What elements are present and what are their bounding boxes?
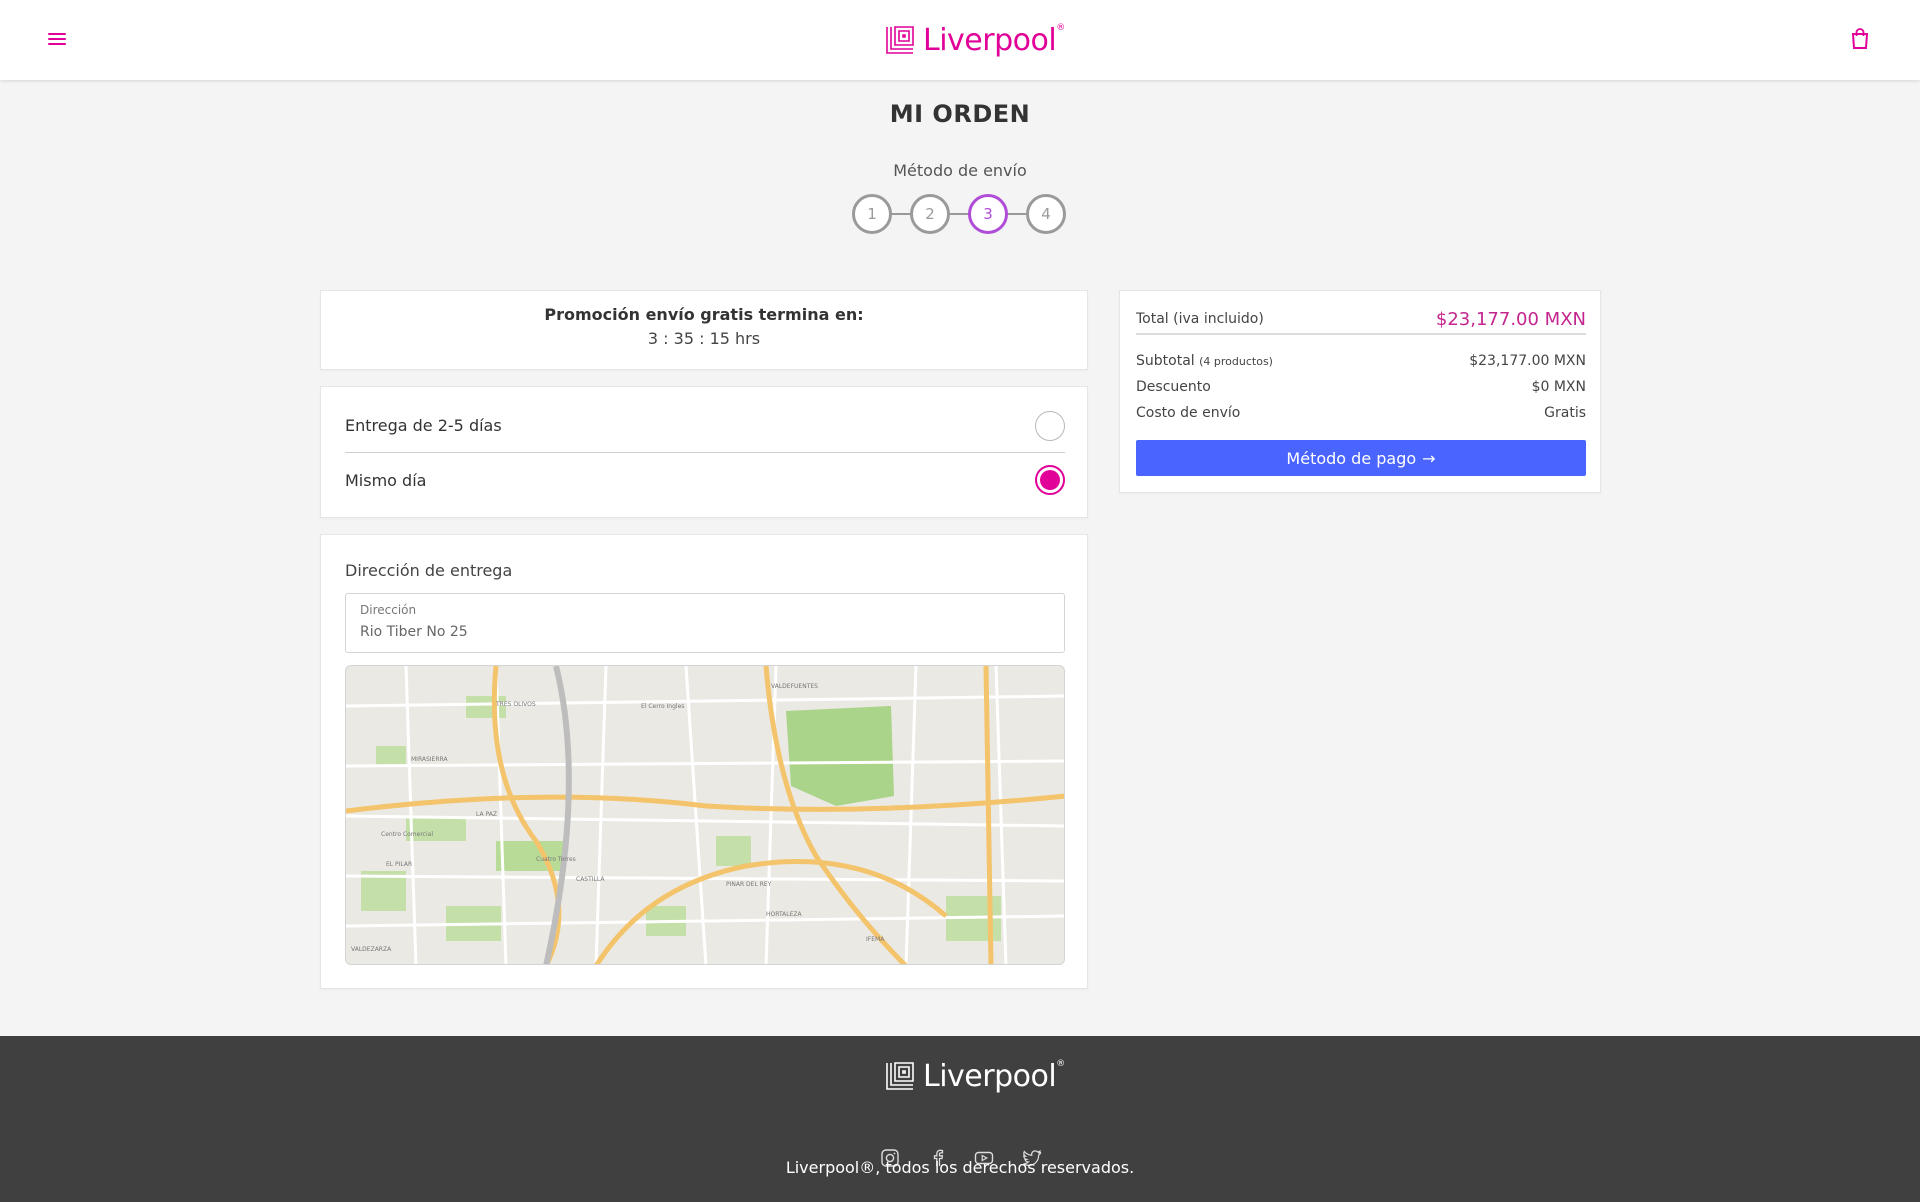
address-field-value[interactable]: Rio Tiber No 25 xyxy=(360,624,468,640)
total-label: Total (iva incluido) xyxy=(1136,311,1264,327)
footer-liverpool-logo[interactable]: Liverpool® xyxy=(885,1058,1065,1094)
svg-text:HORTALEZA: HORTALEZA xyxy=(766,911,803,918)
hamburger-menu-icon[interactable] xyxy=(48,30,70,50)
svg-text:Centro Comercial: Centro Comercial xyxy=(381,831,433,838)
subtotal-product-count: (4 productos) xyxy=(1199,355,1273,368)
address-title: Dirección de entrega xyxy=(345,561,513,580)
svg-text:VALDEFUENTES: VALDEFUENTES xyxy=(771,683,818,690)
delivery-option-label: Entrega de 2-5 días xyxy=(345,416,502,435)
step-3[interactable]: 3 xyxy=(968,194,1008,234)
free-shipping-promo-card: Promoción envío gratis termina en: 3 : 3… xyxy=(320,290,1088,370)
svg-text:MIRASIERRA: MIRASIERRA xyxy=(411,756,448,763)
subtotal-row: Subtotal (4 productos) $23,177.00 MXN xyxy=(1136,353,1586,369)
summary-total-row: Total (iva incluido) $23,177.00 MXN xyxy=(1136,305,1586,335)
payment-method-button[interactable]: Método de pago → xyxy=(1136,440,1586,476)
checkout-stepper: 1 2 3 4 xyxy=(852,194,1068,234)
top-header: Liverpool® xyxy=(0,0,1920,80)
delivery-address-card: Dirección de entrega Dirección Rio Tiber… xyxy=(320,534,1088,989)
payment-method-button-label: Método de pago xyxy=(1286,448,1417,468)
svg-text:TRES OLIVOS: TRES OLIVOS xyxy=(495,701,536,708)
step-connector xyxy=(1006,213,1028,215)
step-4[interactable]: 4 xyxy=(1026,194,1066,234)
svg-text:IFEMA: IFEMA xyxy=(866,936,885,943)
shopping-bag-icon[interactable] xyxy=(1850,28,1870,50)
copyright-text: Liverpool®, todos los derechos reservado… xyxy=(785,1158,1135,1177)
delivery-option-label: Mismo día xyxy=(345,470,427,490)
delivery-map[interactable]: TRES OLIVOS VALDEFUENTES El Cerro Ingles… xyxy=(345,665,1065,965)
delivery-same-day-radio[interactable] xyxy=(1035,465,1065,495)
svg-text:VALDEZARZA: VALDEZARZA xyxy=(351,946,392,953)
promo-countdown: 3 : 35 : 15 hrs xyxy=(647,329,761,348)
logo-wordmark: Liverpool® xyxy=(923,1058,1065,1094)
discount-value: $0 MXN xyxy=(1531,379,1586,395)
step-connector xyxy=(890,213,912,215)
subtotal-value: $23,177.00 MXN xyxy=(1469,353,1586,369)
delivery-options-card: Entrega de 2-5 días Mismo día xyxy=(320,386,1088,518)
logo-mark-icon xyxy=(886,1062,914,1090)
arrow-right-icon: → xyxy=(1422,448,1436,468)
svg-text:EL PILAR: EL PILAR xyxy=(386,861,412,868)
step-2[interactable]: 2 xyxy=(910,194,950,234)
subtotal-label: Subtotal xyxy=(1136,353,1195,369)
delivery-standard-radio[interactable] xyxy=(1035,410,1065,441)
total-value: $23,177.00 MXN xyxy=(1435,308,1586,330)
svg-text:El Cerro Ingles: El Cerro Ingles xyxy=(641,703,684,710)
step-1[interactable]: 1 xyxy=(852,194,892,234)
shipping-label: Costo de envío xyxy=(1136,405,1241,421)
svg-text:PINAR DEL REY: PINAR DEL REY xyxy=(726,881,772,888)
delivery-option-standard[interactable]: Entrega de 2-5 días xyxy=(345,399,1065,453)
order-summary-card: Total (iva incluido) $23,177.00 MXN Subt… xyxy=(1119,290,1601,493)
svg-text:Cuatro Torres: Cuatro Torres xyxy=(536,856,576,863)
discount-label: Descuento xyxy=(1136,379,1211,395)
address-input[interactable]: Dirección Rio Tiber No 25 xyxy=(345,593,1065,653)
page-title: MI ORDEN xyxy=(889,100,1031,128)
shipping-row: Costo de envío Gratis xyxy=(1136,405,1586,421)
address-field-label: Dirección xyxy=(360,603,417,617)
svg-text:LA PAZ: LA PAZ xyxy=(476,811,497,818)
shipping-value: Gratis xyxy=(1544,405,1586,421)
logo-mark-icon xyxy=(886,26,914,54)
discount-row: Descuento $0 MXN xyxy=(1136,379,1586,395)
svg-text:CASTILLA: CASTILLA xyxy=(576,876,605,883)
liverpool-logo[interactable]: Liverpool® xyxy=(885,22,1065,58)
delivery-option-same-day[interactable]: Mismo día xyxy=(345,453,1065,507)
step-label: Método de envío xyxy=(893,161,1027,180)
promo-title: Promoción envío gratis termina en: xyxy=(544,305,864,324)
logo-wordmark: Liverpool® xyxy=(923,22,1065,58)
footer: Liverpool® xyxy=(0,1036,1920,1202)
step-connector xyxy=(948,213,970,215)
